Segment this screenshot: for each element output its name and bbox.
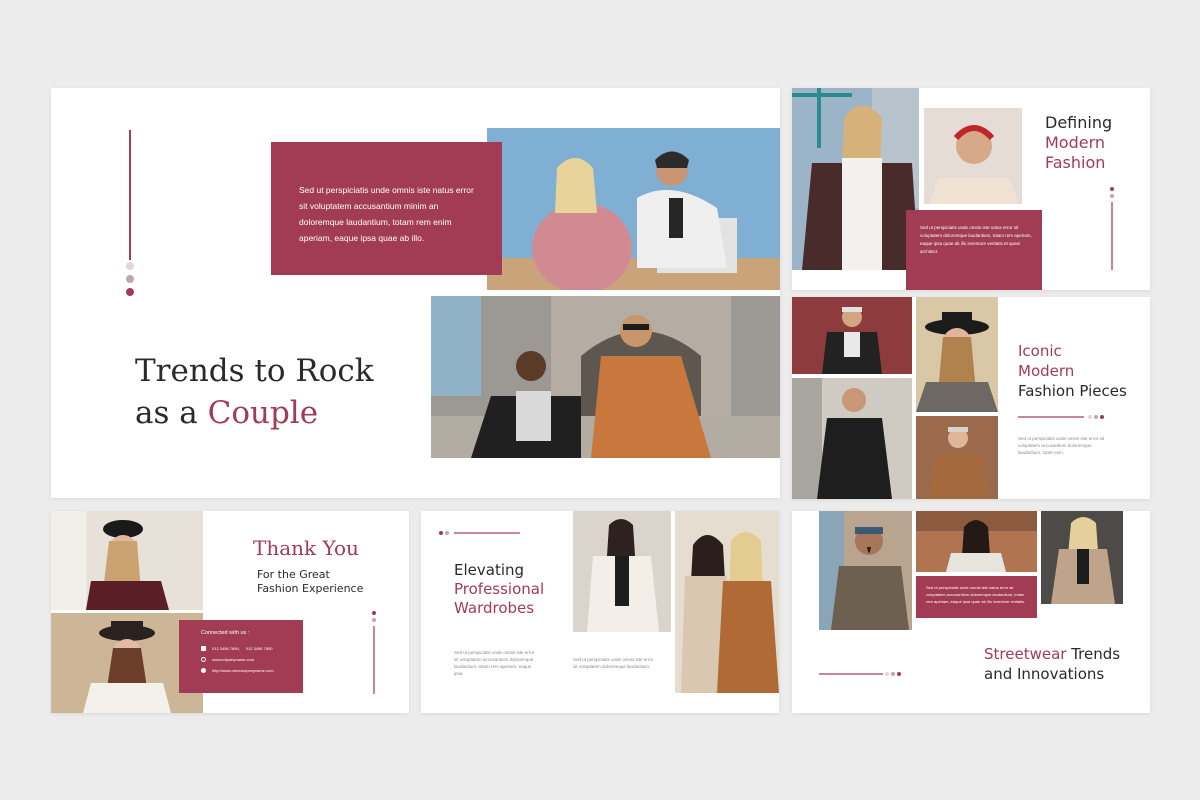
main-title-line2: as a Couple — [135, 392, 374, 434]
iconic-title-line1: Iconic — [1018, 342, 1062, 360]
iconic-title-line3: Fashion Pieces — [1018, 382, 1127, 400]
streetwear-title-line1: Streetwear Trends — [984, 644, 1120, 664]
iconic-title: Iconic Modern Fashion Pieces — [1018, 341, 1127, 401]
wardrobes-body-right: Sed ut perspiciatis unde omnis iste erro… — [573, 657, 654, 669]
main-title-line1: Trends to Rock — [135, 353, 374, 389]
thanks-subtitle: For the Great Fashion Experience — [257, 568, 363, 596]
slide-defining-modern-fashion[interactable]: Sed ut perspiciatis unde omnis iste natu… — [792, 88, 1150, 290]
contact-phone-1[interactable]: 012 3456 7890, — [212, 646, 240, 651]
photo-woman-trench-coat — [1041, 511, 1123, 604]
contact-phone-2[interactable]: 012 3456 7890 — [246, 646, 273, 651]
globe-icon — [201, 668, 206, 673]
photo-couple-bottom — [431, 296, 780, 458]
contact-website-row: http://www.niceconipanyname.com — [201, 665, 303, 676]
photo-woman-white-blazer — [573, 511, 671, 632]
contact-website[interactable]: http://www.niceconipanyname.com — [212, 668, 274, 673]
photo-woman-leather-jacket — [792, 88, 919, 270]
wardrobes-title-line2: Professional — [454, 580, 545, 598]
dot-dark — [897, 672, 901, 676]
photo-woman-street — [916, 511, 1037, 572]
dot-dark — [439, 531, 443, 535]
thanks-title: Thank You — [253, 536, 359, 560]
streetwear-title: Streetwear Trends and Innovations — [984, 644, 1120, 684]
photo-woman-beret — [51, 511, 203, 610]
wardrobes-body-left: Sed ut perspiciatis unde omnis iste erro… — [454, 650, 535, 676]
dot-light — [885, 672, 889, 676]
contact-box: Connected with us : 012 3456 7890, 012 3… — [179, 620, 303, 693]
streetwear-title-accent: Streetwear — [984, 645, 1067, 663]
dot-mid — [445, 531, 449, 535]
photo-woman-brown-jacket — [916, 416, 998, 499]
contact-phone-row: 012 3456 7890, 012 3456 7890 — [201, 643, 303, 654]
dot-mid — [1094, 415, 1098, 419]
photo-man-cap — [792, 297, 912, 374]
horizontal-divider — [819, 673, 883, 675]
slide-thank-you[interactable]: Connected with us : 012 3456 7890, 012 3… — [51, 511, 409, 713]
vertical-divider — [1111, 202, 1113, 270]
photo-man-bandana — [819, 511, 912, 630]
streetwear-title-line2: and Innovations — [984, 665, 1105, 683]
main-title-prefix: as a — [135, 395, 208, 431]
dot-dark — [1110, 187, 1114, 191]
horizontal-divider — [454, 532, 520, 534]
thanks-subtitle-line1: For the Great — [257, 568, 330, 581]
dot-light — [126, 262, 134, 270]
email-icon — [201, 657, 206, 662]
photo-woman-black-hat — [916, 297, 998, 412]
defining-title: Defining Modern Fashion — [1045, 113, 1112, 173]
connected-label: Connected with us : — [201, 630, 250, 636]
intro-text: Sed ut perspiciatis unde omnis iste natu… — [299, 185, 474, 243]
dot-mid — [1110, 194, 1114, 198]
defining-title-line3: Fashion — [1045, 153, 1106, 172]
dot-mid — [372, 618, 376, 622]
slide-iconic-fashion[interactable]: Iconic Modern Fashion Pieces Sed ut pers… — [792, 297, 1150, 499]
streetwear-box-text: Sed ut perspiciatis unde omnis iste natu… — [926, 585, 1026, 604]
thanks-subtitle-line2: Fashion Experience — [257, 582, 364, 595]
wardrobes-title: Elevating Professional Wardrobes — [454, 561, 544, 618]
vertical-divider — [129, 130, 131, 260]
photo-woman-headphones — [924, 108, 1022, 204]
streetwear-title-rest: Trends — [1066, 645, 1121, 663]
dot-light — [1088, 415, 1092, 419]
dot-dark — [1100, 415, 1104, 419]
main-title: Trends to Rock as a Couple — [135, 350, 374, 434]
slide-streetwear-trends[interactable]: Sed ut perspiciatis unde omnis iste natu… — [792, 511, 1150, 713]
contact-email[interactable]: niceconipanyname.com — [212, 657, 254, 662]
photo-man-black-coat — [792, 378, 912, 499]
phone-icon — [201, 646, 206, 651]
defining-title-line2: Modern — [1045, 133, 1106, 152]
dot-dark — [126, 288, 134, 296]
main-title-accent: Couple — [207, 395, 319, 431]
contact-email-row: niceconipanyname.com — [201, 654, 303, 665]
iconic-title-line2: Modern — [1018, 362, 1075, 380]
intro-text-box: Sed ut perspiciatis unde omnis iste natu… — [271, 142, 502, 275]
iconic-body-text: Sed ut perspiciatis unde omnis iste erro… — [1018, 436, 1105, 455]
slide-trends-couple[interactable]: Sed ut perspiciatis unde omnis iste natu… — [51, 88, 780, 498]
horizontal-divider — [1018, 416, 1084, 418]
dot-dark — [372, 611, 376, 615]
photo-couple-top — [487, 128, 780, 290]
photo-two-women-coats — [675, 511, 779, 693]
slide-professional-wardrobes[interactable]: Elevating Professional Wardrobes Sed ut … — [421, 511, 779, 713]
streetwear-text-box: Sed ut perspiciatis unde omnis iste natu… — [916, 576, 1037, 618]
defining-text-box: Sed ut perspiciatis unde omnis iste natu… — [906, 210, 1042, 290]
dot-mid — [126, 275, 134, 283]
wardrobes-title-line1: Elevating — [454, 561, 525, 579]
defining-box-text: Sed ut perspiciatis unde omnis iste natu… — [920, 225, 1032, 254]
vertical-divider — [373, 626, 375, 694]
defining-title-line1: Defining — [1045, 113, 1113, 132]
dot-mid — [891, 672, 895, 676]
wardrobes-title-line3: Wardrobes — [454, 599, 535, 617]
